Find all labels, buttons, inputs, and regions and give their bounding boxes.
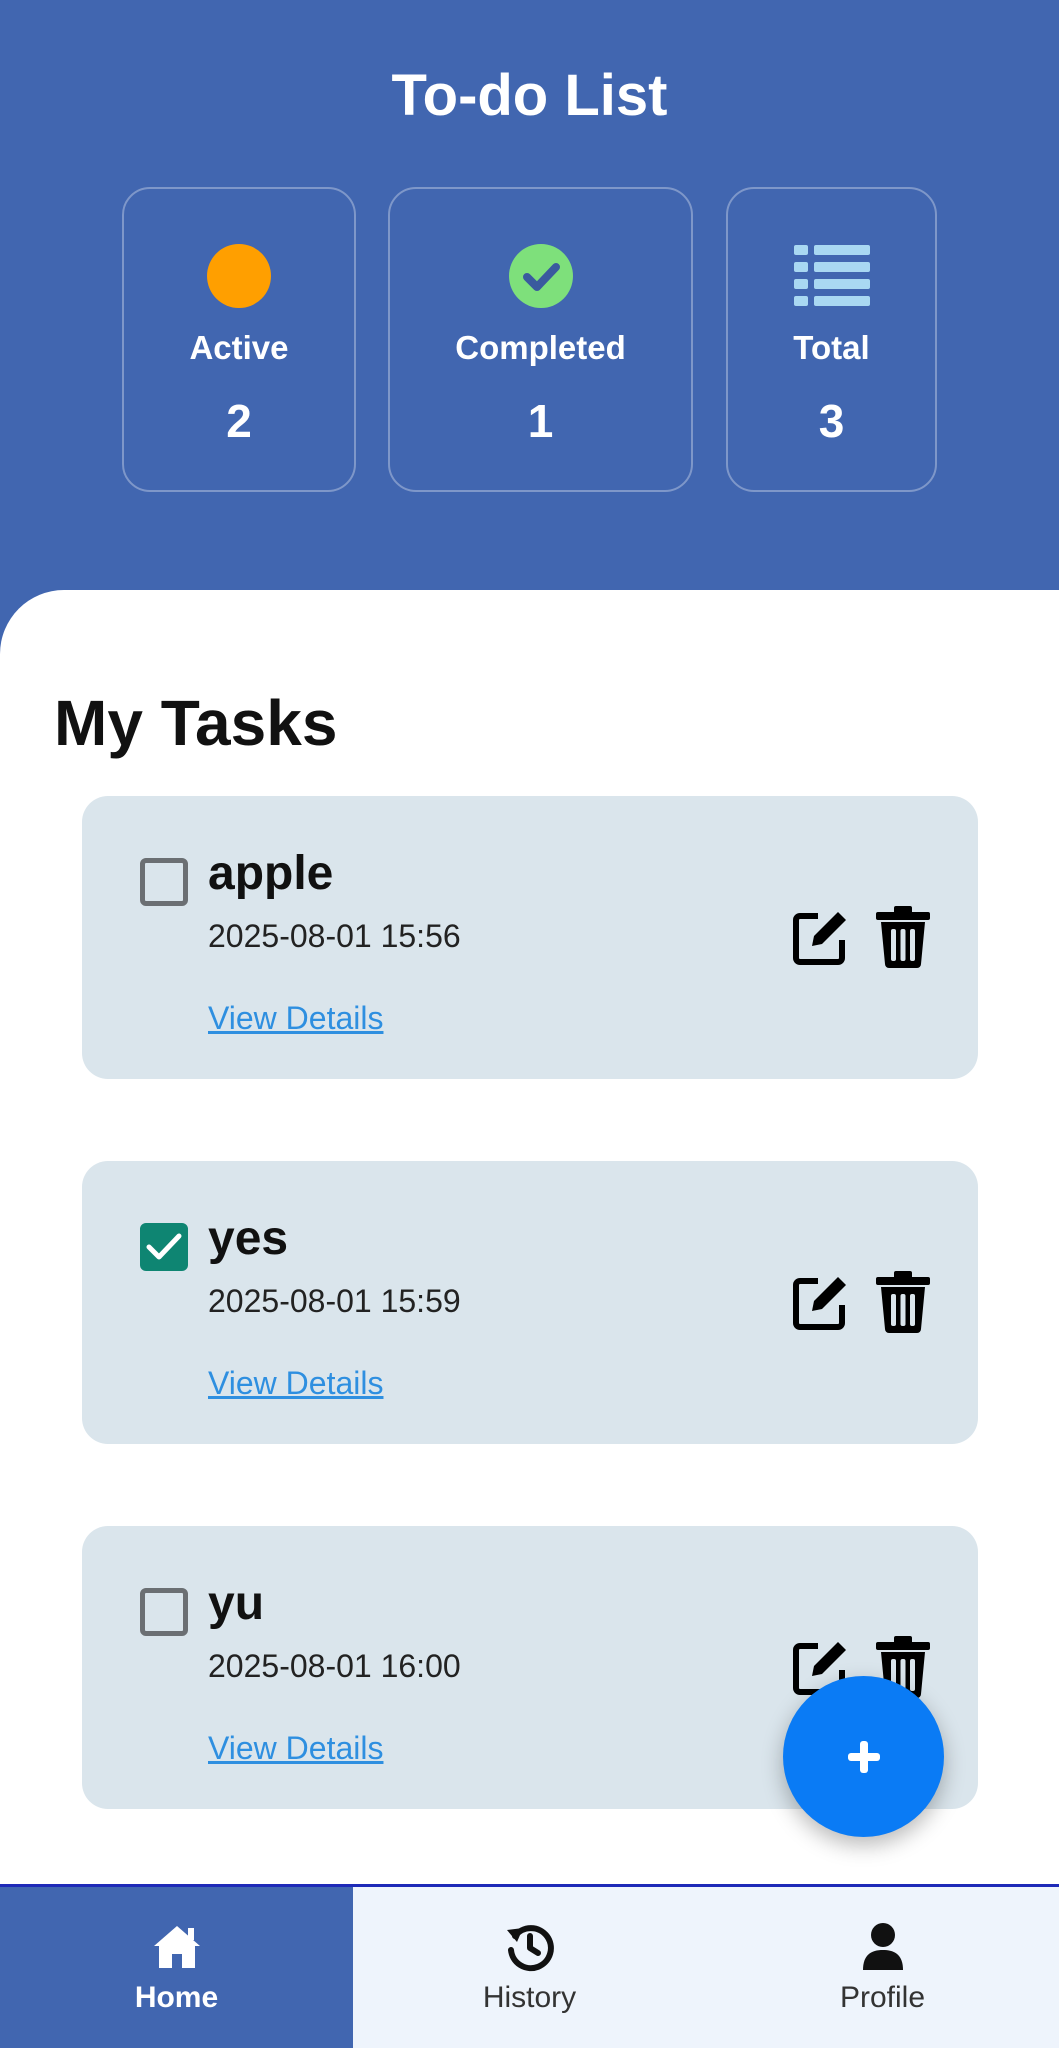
checkmark-icon — [146, 1233, 182, 1260]
nav-label-profile: Profile — [839, 1980, 926, 2014]
task-name: yu — [208, 1577, 265, 1630]
task-date: 2025-08-01 16:00 — [208, 1648, 461, 1684]
stat-label-active: Active — [189, 329, 289, 366]
stat-label-completed: Completed — [455, 329, 626, 366]
plus-icon — [847, 1740, 880, 1773]
stat-value-completed: 1 — [527, 395, 554, 447]
view-details-link[interactable]: View Details — [208, 1365, 383, 1402]
stat-card-active: Active 2 — [122, 187, 356, 492]
check-circle-icon — [390, 241, 691, 311]
trash-icon[interactable] — [876, 1271, 930, 1333]
nav-item-history[interactable]: History — [353, 1887, 706, 2048]
stat-card-total: Total 3 — [726, 187, 937, 492]
header: To-do List Active 2 Completed 1 Total 3 — [0, 0, 1059, 600]
task-checkbox-checked[interactable] — [140, 1223, 188, 1271]
history-icon — [504, 1921, 556, 1973]
nav-item-profile[interactable]: Profile — [706, 1887, 1059, 2048]
stat-label-total: Total — [793, 329, 870, 366]
task-checkbox[interactable] — [140, 858, 188, 906]
task-checkbox[interactable] — [140, 1588, 188, 1636]
task-card: yes 2025-08-01 15:59 View Details — [82, 1161, 978, 1444]
add-task-button[interactable] — [783, 1676, 944, 1837]
nav-label-history: History — [482, 1980, 577, 2014]
task-date: 2025-08-01 15:56 — [208, 918, 461, 954]
app-title: To-do List — [391, 63, 668, 128]
edit-icon[interactable] — [790, 906, 852, 968]
bottom-navigation: Home History Profile — [0, 1884, 1059, 2048]
nav-label-home: Home — [134, 1980, 219, 2014]
stat-card-completed: Completed 1 — [388, 187, 693, 492]
task-date: 2025-08-01 15:59 — [208, 1283, 461, 1319]
task-name: yes — [208, 1212, 289, 1265]
trash-icon[interactable] — [876, 906, 930, 968]
orange-dot-icon — [124, 241, 354, 311]
nav-item-home[interactable]: Home — [0, 1887, 353, 2048]
view-details-link[interactable]: View Details — [208, 1000, 383, 1037]
view-details-link[interactable]: View Details — [208, 1730, 383, 1767]
section-title: My Tasks — [54, 687, 338, 759]
task-card: apple 2025-08-01 15:56 View Details — [82, 796, 978, 1079]
profile-icon — [857, 1921, 909, 1973]
stat-value-total: 3 — [818, 395, 845, 447]
list-icon — [728, 241, 935, 311]
home-icon — [151, 1921, 203, 1973]
edit-icon[interactable] — [790, 1271, 852, 1333]
task-name: apple — [208, 847, 334, 900]
stat-value-active: 2 — [226, 395, 252, 447]
